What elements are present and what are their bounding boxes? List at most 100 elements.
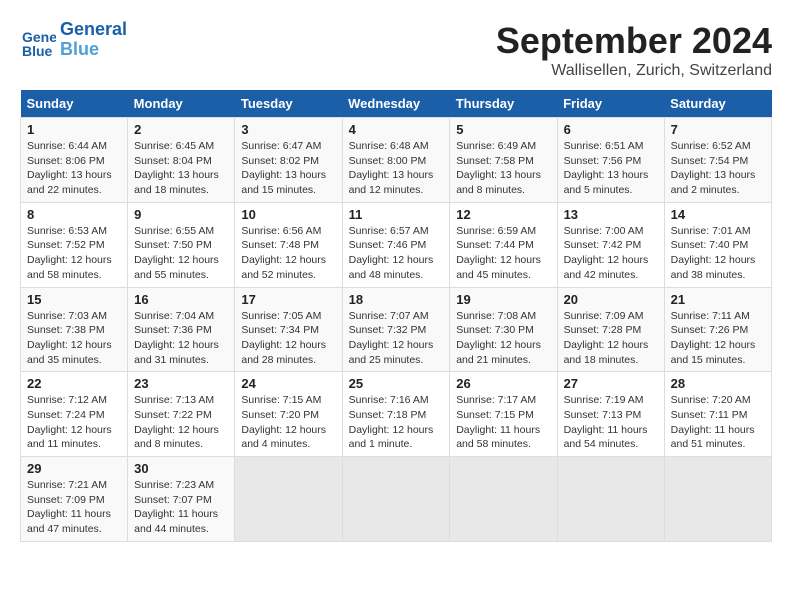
- title-block: September 2024 Wallisellen, Zurich, Swit…: [496, 20, 772, 80]
- calendar-day-cell: 6Sunrise: 6:51 AM Sunset: 7:56 PM Daylig…: [557, 118, 664, 203]
- calendar-day-cell: 20 Sunrise: 7:09 AM Sunset: 7:28 PM Dayli…: [557, 287, 664, 372]
- calendar-day-cell: 3Sunrise: 6:47 AM Sunset: 8:02 PM Daylig…: [235, 118, 342, 203]
- day-number: 17: [241, 292, 335, 307]
- svg-text:Blue: Blue: [22, 43, 53, 58]
- day-info: Sunrise: 7:17 AM Sunset: 7:15 PM Dayligh…: [456, 393, 550, 452]
- calendar-day-cell: 2Sunrise: 6:45 AM Sunset: 8:04 PM Daylig…: [128, 118, 235, 203]
- calendar-day-cell: 1 Sunrise: 6:44 AM Sunset: 8:06 PM Daylig…: [21, 118, 128, 203]
- calendar-day-cell: [235, 457, 342, 542]
- calendar-day-cell: 24 Sunrise: 7:15 AM Sunset: 7:20 PM Dayli…: [235, 372, 342, 457]
- weekday-header: Wednesday: [342, 90, 450, 118]
- day-info: Sunrise: 7:05 AM Sunset: 7:34 PM Dayligh…: [241, 309, 335, 368]
- day-number: 15: [27, 292, 121, 307]
- calendar-day-cell: 19Sunrise: 7:08 AM Sunset: 7:30 PM Dayli…: [450, 287, 557, 372]
- weekday-header: Saturday: [664, 90, 771, 118]
- day-info: Sunrise: 6:49 AM Sunset: 7:58 PM Dayligh…: [456, 139, 550, 198]
- logo-line1: General: [60, 20, 127, 40]
- calendar-header: SundayMondayTuesdayWednesdayThursdayFrid…: [21, 90, 772, 118]
- day-info: Sunrise: 7:03 AM Sunset: 7:38 PM Dayligh…: [27, 309, 121, 368]
- calendar-day-cell: 14 Sunrise: 7:01 AM Sunset: 7:40 PM Dayli…: [664, 202, 771, 287]
- day-number: 25: [349, 376, 444, 391]
- calendar-day-cell: 16 Sunrise: 7:04 AM Sunset: 7:36 PM Dayli…: [128, 287, 235, 372]
- calendar-day-cell: 21Sunrise: 7:11 AM Sunset: 7:26 PM Dayli…: [664, 287, 771, 372]
- day-number: 22: [27, 376, 121, 391]
- day-number: 1: [27, 122, 121, 137]
- day-number: 13: [564, 207, 658, 222]
- day-info: Sunrise: 6:53 AM Sunset: 7:52 PM Dayligh…: [27, 224, 121, 283]
- day-info: Sunrise: 6:56 AM Sunset: 7:48 PM Dayligh…: [241, 224, 335, 283]
- day-info: Sunrise: 7:15 AM Sunset: 7:20 PM Dayligh…: [241, 393, 335, 452]
- day-number: 18: [349, 292, 444, 307]
- calendar-day-cell: 25 Sunrise: 7:16 AM Sunset: 7:18 PM Dayli…: [342, 372, 450, 457]
- day-number: 10: [241, 207, 335, 222]
- day-info: Sunrise: 7:01 AM Sunset: 7:40 PM Dayligh…: [671, 224, 765, 283]
- weekday-header: Friday: [557, 90, 664, 118]
- day-number: 27: [564, 376, 658, 391]
- day-number: 4: [349, 122, 444, 137]
- day-info: Sunrise: 6:55 AM Sunset: 7:50 PM Dayligh…: [134, 224, 228, 283]
- logo-icon: General Blue: [20, 22, 56, 58]
- day-info: Sunrise: 6:51 AM Sunset: 7:56 PM Dayligh…: [564, 139, 658, 198]
- location: Wallisellen, Zurich, Switzerland: [496, 62, 772, 80]
- calendar-day-cell: 18 Sunrise: 7:07 AM Sunset: 7:32 PM Dayli…: [342, 287, 450, 372]
- day-info: Sunrise: 7:07 AM Sunset: 7:32 PM Dayligh…: [349, 309, 444, 368]
- calendar-day-cell: 30Sunrise: 7:23 AM Sunset: 7:07 PM Dayli…: [128, 457, 235, 542]
- day-number: 16: [134, 292, 228, 307]
- day-info: Sunrise: 7:20 AM Sunset: 7:11 PM Dayligh…: [671, 393, 765, 452]
- calendar-day-cell: 22 Sunrise: 7:12 AM Sunset: 7:24 PM Dayli…: [21, 372, 128, 457]
- calendar-day-cell: 8 Sunrise: 6:53 AM Sunset: 7:52 PM Daylig…: [21, 202, 128, 287]
- day-info: Sunrise: 7:11 AM Sunset: 7:26 PM Dayligh…: [671, 309, 765, 368]
- day-info: Sunrise: 7:12 AM Sunset: 7:24 PM Dayligh…: [27, 393, 121, 452]
- logo-line2: Blue: [60, 40, 127, 60]
- logo: General Blue General Blue: [20, 20, 127, 60]
- page-header: General Blue General Blue September 2024…: [20, 20, 772, 80]
- calendar-table: SundayMondayTuesdayWednesdayThursdayFrid…: [20, 90, 772, 542]
- day-number: 8: [27, 207, 121, 222]
- weekday-header: Monday: [128, 90, 235, 118]
- calendar-day-cell: 13 Sunrise: 7:00 AM Sunset: 7:42 PM Dayli…: [557, 202, 664, 287]
- calendar-day-cell: 9 Sunrise: 6:55 AM Sunset: 7:50 PM Daylig…: [128, 202, 235, 287]
- day-info: Sunrise: 7:19 AM Sunset: 7:13 PM Dayligh…: [564, 393, 658, 452]
- calendar-week-row: 22 Sunrise: 7:12 AM Sunset: 7:24 PM Dayli…: [21, 372, 772, 457]
- calendar-week-row: 15 Sunrise: 7:03 AM Sunset: 7:38 PM Dayli…: [21, 287, 772, 372]
- calendar-day-cell: 23 Sunrise: 7:13 AM Sunset: 7:22 PM Dayli…: [128, 372, 235, 457]
- day-info: Sunrise: 7:08 AM Sunset: 7:30 PM Dayligh…: [456, 309, 550, 368]
- day-info: Sunrise: 6:45 AM Sunset: 8:04 PM Dayligh…: [134, 139, 228, 198]
- calendar-day-cell: 12Sunrise: 6:59 AM Sunset: 7:44 PM Dayli…: [450, 202, 557, 287]
- day-number: 11: [349, 207, 444, 222]
- calendar-day-cell: 26 Sunrise: 7:17 AM Sunset: 7:15 PM Dayli…: [450, 372, 557, 457]
- day-info: Sunrise: 6:48 AM Sunset: 8:00 PM Dayligh…: [349, 139, 444, 198]
- day-info: Sunrise: 7:09 AM Sunset: 7:28 PM Dayligh…: [564, 309, 658, 368]
- calendar-day-cell: 27 Sunrise: 7:19 AM Sunset: 7:13 PM Dayli…: [557, 372, 664, 457]
- day-number: 9: [134, 207, 228, 222]
- day-number: 12: [456, 207, 550, 222]
- day-info: Sunrise: 6:47 AM Sunset: 8:02 PM Dayligh…: [241, 139, 335, 198]
- calendar-day-cell: 7Sunrise: 6:52 AM Sunset: 7:54 PM Daylig…: [664, 118, 771, 203]
- month-title: September 2024: [496, 20, 772, 62]
- calendar-day-cell: 11 Sunrise: 6:57 AM Sunset: 7:46 PM Dayli…: [342, 202, 450, 287]
- day-info: Sunrise: 7:04 AM Sunset: 7:36 PM Dayligh…: [134, 309, 228, 368]
- calendar-day-cell: [664, 457, 771, 542]
- calendar-day-cell: [342, 457, 450, 542]
- day-info: Sunrise: 7:00 AM Sunset: 7:42 PM Dayligh…: [564, 224, 658, 283]
- weekday-header: Sunday: [21, 90, 128, 118]
- calendar-week-row: 1 Sunrise: 6:44 AM Sunset: 8:06 PM Daylig…: [21, 118, 772, 203]
- day-number: 14: [671, 207, 765, 222]
- calendar-day-cell: 29 Sunrise: 7:21 AM Sunset: 7:09 PM Dayli…: [21, 457, 128, 542]
- day-number: 29: [27, 461, 121, 476]
- day-info: Sunrise: 7:16 AM Sunset: 7:18 PM Dayligh…: [349, 393, 444, 452]
- day-number: 23: [134, 376, 228, 391]
- day-number: 20: [564, 292, 658, 307]
- weekday-header: Thursday: [450, 90, 557, 118]
- day-info: Sunrise: 6:44 AM Sunset: 8:06 PM Dayligh…: [27, 139, 121, 198]
- day-number: 26: [456, 376, 550, 391]
- calendar-day-cell: 28 Sunrise: 7:20 AM Sunset: 7:11 PM Dayli…: [664, 372, 771, 457]
- day-info: Sunrise: 7:13 AM Sunset: 7:22 PM Dayligh…: [134, 393, 228, 452]
- day-info: Sunrise: 7:21 AM Sunset: 7:09 PM Dayligh…: [27, 478, 121, 537]
- day-info: Sunrise: 7:23 AM Sunset: 7:07 PM Dayligh…: [134, 478, 228, 537]
- calendar-day-cell: 17 Sunrise: 7:05 AM Sunset: 7:34 PM Dayli…: [235, 287, 342, 372]
- day-number: 28: [671, 376, 765, 391]
- calendar-day-cell: 4 Sunrise: 6:48 AM Sunset: 8:00 PM Daylig…: [342, 118, 450, 203]
- day-info: Sunrise: 6:57 AM Sunset: 7:46 PM Dayligh…: [349, 224, 444, 283]
- day-number: 24: [241, 376, 335, 391]
